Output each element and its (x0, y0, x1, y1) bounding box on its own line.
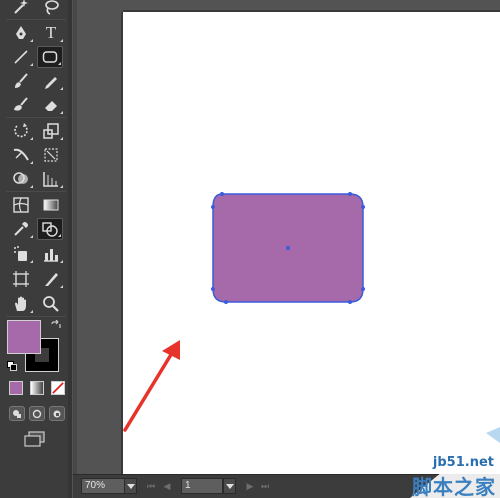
fill-color-swatch[interactable] (7, 320, 41, 354)
type-tool-label: T (45, 23, 57, 42)
pen-tool-icon[interactable] (8, 22, 34, 44)
scale-tool-icon[interactable] (38, 120, 64, 142)
perspective-grid-tool-icon[interactable] (38, 168, 64, 190)
paintbrush-tool-icon[interactable] (8, 70, 34, 92)
draw-behind-button[interactable] (29, 406, 45, 421)
last-artboard-icon[interactable]: ⏭ (260, 480, 270, 492)
width-tool-icon[interactable] (8, 144, 34, 166)
none-mode-button[interactable] (51, 381, 65, 395)
tools-divider (6, 19, 66, 20)
eyedropper-tool-icon[interactable] (8, 218, 34, 240)
column-graph-tool-icon[interactable] (38, 243, 64, 265)
artboard-tool-icon[interactable] (8, 268, 34, 290)
slice-tool-icon[interactable] (38, 268, 64, 290)
zoom-level-field[interactable]: 70% (81, 478, 125, 494)
gradient-tool-icon[interactable] (38, 194, 64, 216)
gradient-mode-button[interactable] (30, 381, 44, 395)
pencil-tool-icon[interactable] (38, 70, 64, 92)
draw-normal-button[interactable] (9, 406, 25, 421)
free-transform-tool-icon[interactable] (38, 144, 64, 166)
first-artboard-icon[interactable]: ⏮ (146, 480, 156, 492)
eraser-tool-icon[interactable] (38, 94, 64, 116)
swap-fill-stroke-icon[interactable] (50, 320, 62, 332)
shape-builder-tool-icon[interactable] (8, 168, 34, 190)
red-arrow-annotation (123, 340, 180, 432)
default-fill-stroke-icon[interactable] (7, 361, 17, 371)
watermark-url: jb51.net (432, 455, 494, 470)
artboard-dropdown-button[interactable] (223, 478, 236, 494)
mesh-tool-icon[interactable] (8, 194, 34, 216)
tools-divider (6, 191, 66, 192)
line-segment-tool-icon[interactable] (8, 46, 34, 68)
color-mode-button[interactable] (9, 381, 23, 395)
tools-divider (6, 316, 66, 317)
rotate-tool-icon[interactable] (8, 120, 34, 142)
tools-panel: T (0, 0, 72, 498)
lasso-icon[interactable] (38, 0, 64, 18)
magic-wand-icon[interactable] (8, 0, 34, 18)
watermark: jb51.net 脚本之家 (390, 425, 500, 498)
symbol-sprayer-tool-icon[interactable] (8, 243, 34, 265)
rounded-rectangle-shape[interactable] (205, 187, 371, 309)
illustrator-window: T 70% ⏮ ◀ 1 ▶ ⏭ jb51.net 脚本之家 (0, 0, 500, 498)
tools-divider (6, 117, 66, 118)
hand-tool-icon[interactable] (8, 293, 34, 315)
blend-tool-icon[interactable] (37, 218, 63, 240)
watermark-site-name: 脚本之家 (412, 475, 496, 498)
rounded-rectangle-tool-icon[interactable] (37, 46, 63, 68)
next-artboard-icon[interactable]: ▶ (245, 480, 255, 492)
tools-panel-edge (68, 0, 72, 498)
draw-inside-button[interactable] (49, 406, 65, 421)
blob-brush-tool-icon[interactable] (8, 94, 34, 116)
canvas-left-edge (73, 0, 77, 474)
artboard-number-field[interactable]: 1 (181, 478, 223, 494)
zoom-dropdown-button[interactable] (124, 478, 137, 494)
previous-artboard-icon[interactable]: ◀ (162, 480, 172, 492)
screen-mode-icon[interactable] (24, 431, 46, 447)
type-tool-icon[interactable]: T (38, 22, 64, 44)
zoom-tool-icon[interactable] (38, 293, 64, 315)
